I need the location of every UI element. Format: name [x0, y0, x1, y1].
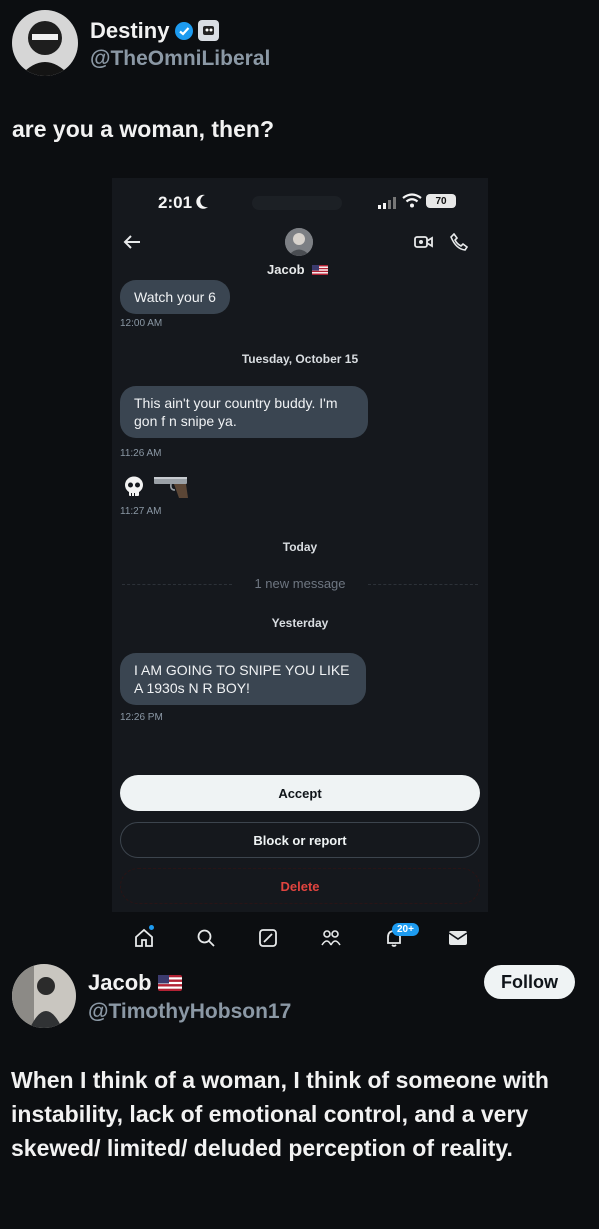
chat-header: Jacob [112, 226, 488, 282]
contact-name: Jacob [267, 262, 329, 277]
tab-bar: 20+ [112, 920, 488, 960]
status-time: 2:01 [158, 193, 193, 212]
handle[interactable]: @TheOmniLiberal [90, 47, 270, 71]
battery-icon: 70 [426, 194, 456, 208]
moon-icon [196, 194, 208, 209]
message-bubble[interactable]: This ain't your country buddy. I'm gon f… [120, 386, 368, 438]
communities-icon[interactable] [320, 928, 342, 948]
message-time: 11:27 AM [120, 506, 162, 517]
accept-button[interactable]: Accept [120, 775, 480, 811]
grok-icon[interactable] [258, 928, 278, 948]
display-name[interactable]: Jacob [88, 968, 291, 998]
day-separator: Yesterday [271, 616, 329, 630]
skull-emoji [122, 475, 146, 499]
wifi-icon [402, 193, 422, 208]
search-icon[interactable] [196, 928, 216, 948]
status-bar: 2:01 70 [112, 178, 488, 228]
contact-avatar[interactable] [285, 228, 313, 256]
post-text: are you a woman, then? [12, 116, 274, 142]
video-call-icon[interactable] [414, 234, 434, 250]
message-bubble[interactable]: Watch your 6 [120, 280, 230, 314]
affiliate-badge-icon [198, 20, 220, 41]
verified-icon [175, 21, 194, 40]
post-header: Destiny @TheOmniLiberal [12, 10, 270, 76]
signal-icon [378, 197, 396, 209]
block-or-report-button[interactable]: Block or report [120, 822, 480, 858]
day-separator: Today [282, 540, 318, 554]
pistol-emoji [152, 474, 190, 500]
phone-call-icon[interactable] [450, 233, 468, 251]
messages-icon[interactable] [448, 928, 468, 948]
new-message-divider: 1 new message [112, 576, 488, 591]
message-bubble[interactable]: I AM GOING TO SNIPE YOU LIKE A 1930s N R… [120, 653, 366, 705]
day-separator: Tuesday, October 15 [241, 352, 359, 366]
avatar[interactable] [12, 964, 76, 1028]
back-arrow-icon[interactable] [122, 234, 142, 250]
reply-text: When I think of a woman, I think of some… [11, 1067, 549, 1161]
delete-button[interactable]: Delete [120, 868, 480, 904]
blurred-region [252, 196, 342, 210]
us-flag-icon [312, 265, 329, 275]
avatar[interactable] [12, 10, 78, 76]
message-time: 12:26 PM [120, 712, 163, 723]
home-icon[interactable] [134, 928, 154, 948]
display-name[interactable]: Destiny [90, 16, 270, 46]
notification-count-badge: 20+ [392, 923, 419, 936]
us-flag-icon [157, 975, 182, 991]
message-time: 12:00 AM [120, 318, 163, 329]
emoji-message[interactable] [122, 474, 190, 500]
handle[interactable]: @TimothyHobson17 [88, 1000, 291, 1024]
follow-button[interactable]: Follow [484, 965, 575, 999]
message-time: 11:26 AM [120, 448, 162, 459]
embedded-screenshot: 2:01 70 Jacob Watch your 6 12:00 AM Tues… [112, 178, 488, 912]
reply-header: Jacob @TimothyHobson17 [12, 964, 291, 1028]
